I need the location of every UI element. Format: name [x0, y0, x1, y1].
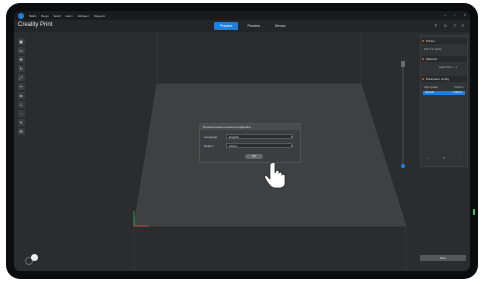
parameter-section[interactable]: Parameter config: [421, 76, 467, 82]
power-led: [473, 209, 475, 215]
ok-button[interactable]: OK: [245, 154, 263, 159]
printer-name[interactable]: K1C 0.4 nozzle: [424, 48, 442, 51]
region-row: Region China ▾: [204, 143, 296, 149]
app-screen: Файл Веди Settd Нелп Кабинет Модели – ▫ …: [14, 11, 470, 271]
language-row: Language English ▾: [204, 134, 296, 140]
material-value[interactable]: Hyper PLA — 1: [439, 66, 457, 69]
language-label: Language: [204, 135, 218, 139]
panel-footer: + ✎ −: [421, 156, 467, 162]
language-dialog: Переключение языка интерфейса Language E…: [199, 123, 301, 163]
tablet-frame: Файл Веди Settd Нелп Кабинет Модели – ▫ …: [6, 3, 478, 279]
hand-pointer-icon: [264, 162, 286, 189]
settings-panel: Printer K1C 0.4 nozzle Material Hyper PL…: [420, 35, 468, 167]
profile-item-selected[interactable]: Normal 0.20mm: [423, 91, 465, 95]
dialog-title: Переключение языка интерфейса: [200, 124, 300, 130]
profile-item[interactable]: High Quality 0.16mm: [424, 86, 463, 89]
region-label: Region: [204, 144, 214, 148]
printer-section[interactable]: Printer: [421, 38, 467, 44]
add-icon[interactable]: +: [428, 156, 430, 162]
chevron-down-icon: ▾: [291, 144, 293, 148]
language-select[interactable]: English: [226, 134, 292, 139]
slice-button[interactable]: Slice: [420, 255, 466, 261]
status-dot-icon: [422, 40, 424, 42]
status-dot-icon: [422, 58, 424, 60]
material-section[interactable]: Material: [421, 56, 467, 62]
layer-slider[interactable]: [399, 56, 407, 176]
delete-icon[interactable]: −: [459, 156, 461, 162]
status-dot-icon: [422, 78, 424, 80]
chevron-down-icon: ▾: [291, 135, 293, 139]
status-indicator-icon[interactable]: [31, 254, 38, 261]
region-select[interactable]: China: [226, 143, 292, 148]
edit-icon[interactable]: ✎: [443, 156, 446, 162]
